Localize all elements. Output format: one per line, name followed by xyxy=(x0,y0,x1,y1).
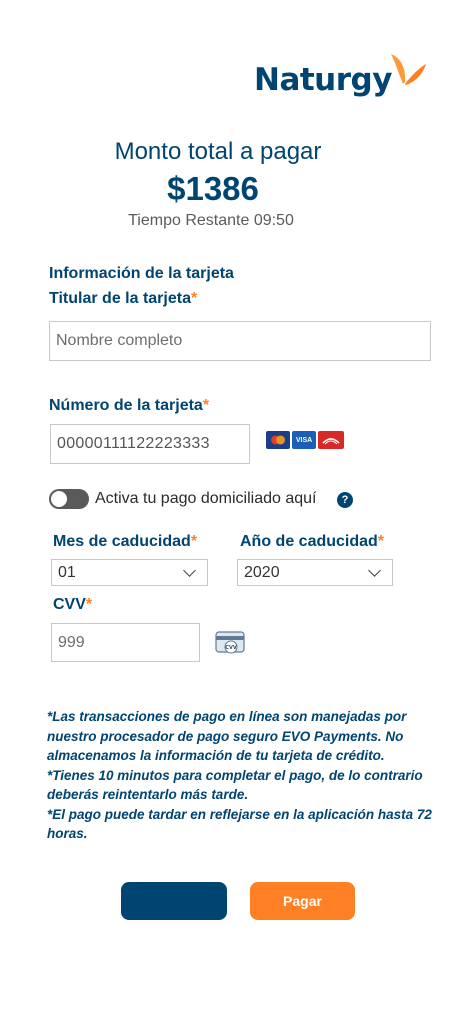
holder-label: Titular de la tarjeta* xyxy=(49,290,198,307)
total-amount: $1386 xyxy=(167,170,259,207)
pay-button[interactable]: Pagar xyxy=(250,882,355,920)
year-label: Año de caducidad* xyxy=(240,533,385,550)
required-mark: * xyxy=(190,533,198,550)
help-icon[interactable]: ? xyxy=(337,492,353,508)
page-title: Monto total a pagar xyxy=(114,138,322,165)
cvv-input[interactable]: 999 xyxy=(51,623,200,662)
cvv-icon-text: CVV xyxy=(225,645,237,651)
month-value: 01 xyxy=(58,563,76,581)
card-number-label: Número de la tarjeta* xyxy=(49,397,210,414)
card-number-input[interactable]: 00000111122223333 xyxy=(50,424,250,464)
year-value: 2020 xyxy=(244,563,280,581)
month-select[interactable]: 01 xyxy=(51,559,208,586)
autopay-toggle[interactable] xyxy=(49,489,89,509)
cvv-card-icon: CVV xyxy=(215,631,245,654)
toggle-knob xyxy=(51,491,67,507)
note-item: *Las transacciones de pago en línea son … xyxy=(47,709,407,763)
card-info-heading: Información de la tarjeta xyxy=(49,265,234,282)
required-mark: * xyxy=(190,290,198,307)
required-mark: * xyxy=(85,596,93,613)
remaining-time: Tiempo Restante 09:50 xyxy=(128,212,294,229)
required-mark: * xyxy=(202,397,210,414)
year-select[interactable]: 2020 xyxy=(237,559,393,586)
naturgy-logo: Naturgy xyxy=(254,52,427,96)
brand-name: Naturgy xyxy=(254,62,392,98)
autopay-label: Activa tu pago domiciliado aquí xyxy=(95,490,317,507)
back-button[interactable] xyxy=(121,882,227,920)
chevron-down-icon xyxy=(368,563,381,577)
required-mark: * xyxy=(377,533,385,550)
note-item: *El pago puede tardar en reflejarse en l… xyxy=(47,806,432,842)
cvv-label: CVV* xyxy=(53,596,93,613)
visa-icon: VISA xyxy=(292,431,316,449)
payment-notes: *Las transacciones de pago en línea son … xyxy=(47,707,437,844)
chevron-down-icon xyxy=(183,563,196,577)
month-label: Mes de caducidad* xyxy=(53,533,198,550)
carnet-icon xyxy=(318,431,344,449)
mastercard-icon xyxy=(266,431,290,449)
holder-name-input[interactable]: Nombre completo xyxy=(49,321,431,361)
butterfly-logo-icon xyxy=(390,54,426,85)
note-item: *Tienes 10 minutos para completar el pag… xyxy=(47,767,423,803)
card-brand-logos: VISA xyxy=(266,431,344,449)
